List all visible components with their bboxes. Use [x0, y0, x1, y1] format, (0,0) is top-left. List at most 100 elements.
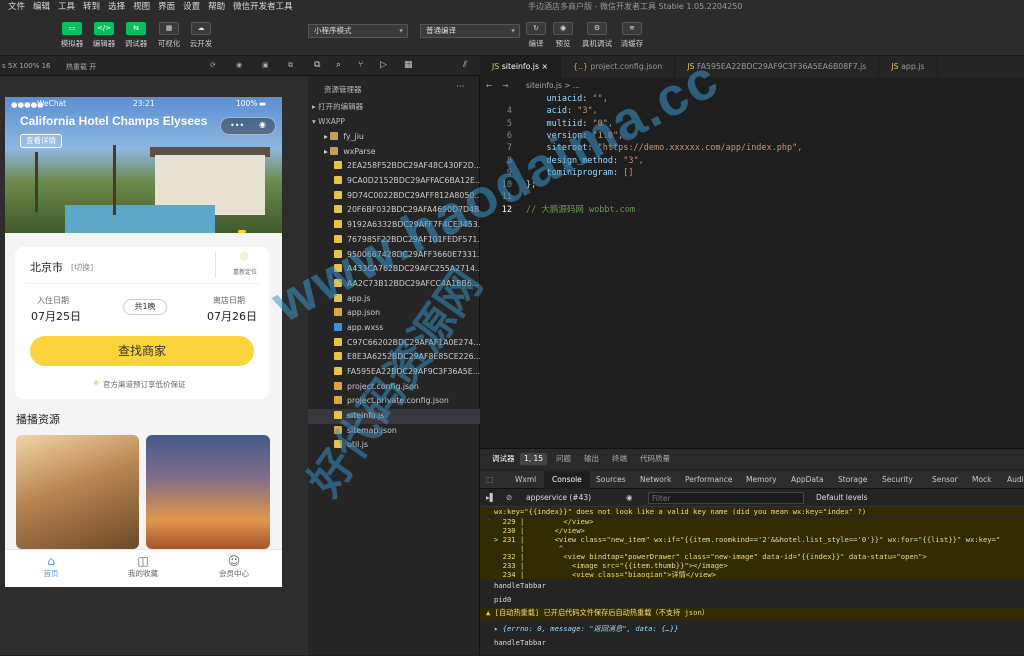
- file-item[interactable]: app.wxss: [308, 321, 480, 336]
- remote-debug-button[interactable]: ⚙ 真机调试: [582, 22, 612, 49]
- tab-wxml[interactable]: Wxml: [515, 471, 536, 489]
- window-icon[interactable]: ⧉: [288, 61, 293, 70]
- tab-project-config[interactable]: {..} project.config.json: [561, 56, 676, 78]
- checkout-date[interactable]: 07月26日: [207, 308, 257, 324]
- tab-sources[interactable]: Sources: [596, 471, 626, 489]
- git-icon[interactable]: ⑂: [358, 60, 363, 70]
- more-icon[interactable]: ···: [456, 82, 465, 92]
- find-merchant-button[interactable]: 查找商家: [30, 336, 254, 366]
- file-item[interactable]: C97C66202BDC29AFAF1A0E274...: [308, 336, 480, 351]
- menu-edit[interactable]: 编辑: [33, 0, 50, 12]
- files-icon[interactable]: ⧉: [314, 60, 320, 70]
- visual-button[interactable]: ▦ 可视化: [154, 22, 184, 49]
- camera-icon[interactable]: ▣: [262, 61, 269, 69]
- cloud-dev-button[interactable]: ☁ 云开发: [186, 22, 216, 49]
- device-select[interactable]: s 5X 100% 16: [2, 62, 51, 70]
- menu-help[interactable]: 帮助: [208, 0, 225, 12]
- breadcrumb-path[interactable]: siteinfo.js > ...: [526, 78, 580, 93]
- tab-memory[interactable]: Memory: [746, 471, 777, 489]
- open-editors-section[interactable]: ▸ 打开的编辑器: [312, 101, 363, 112]
- clear-console-icon[interactable]: ⊘: [506, 489, 512, 507]
- relocate-button[interactable]: 重新定位: [233, 267, 257, 276]
- tab-output[interactable]: 输出: [584, 449, 599, 469]
- project-root[interactable]: ▾ WXAPP: [312, 117, 345, 126]
- city-switch[interactable]: [切换]: [71, 262, 93, 273]
- search-icon[interactable]: ⌕: [336, 60, 341, 70]
- tab-fa595ea2[interactable]: JS FA595EA22BDC29AF9C3F36A5EA6B08F7.js: [675, 56, 880, 78]
- file-item[interactable]: project.config.json: [308, 380, 480, 395]
- inspect-icon[interactable]: ⬚: [486, 471, 493, 489]
- nav-favorites[interactable]: ◫ 我的收藏: [113, 554, 173, 579]
- tab-console[interactable]: Console: [544, 471, 590, 489]
- file-item[interactable]: 20F6BF032BDC29AFA4690D7D4B...: [308, 203, 480, 218]
- back-icon[interactable]: ←: [486, 78, 492, 93]
- debugger-button[interactable]: ⇆ 调试器: [121, 22, 151, 49]
- file-item[interactable]: 767985F22BDC29AF101FEDF571...: [308, 233, 480, 248]
- file-item[interactable]: 9D74C0022BDC29AFF812A8050...: [308, 189, 480, 204]
- file-item[interactable]: AA2C73B12BDC29AFCC4A1BB6...: [308, 277, 480, 292]
- more-icon[interactable]: •••: [230, 121, 244, 130]
- compile-select[interactable]: 普通编译: [420, 24, 520, 38]
- debug-icon[interactable]: ▷: [380, 60, 387, 70]
- preview-button[interactable]: ◉ 预览: [548, 22, 578, 49]
- file-item[interactable]: A433CA762BDC29AFC255A2714...: [308, 262, 480, 277]
- folder-item[interactable]: ▸ wxParse: [308, 145, 480, 160]
- editor-button[interactable]: </> 编辑器: [89, 22, 119, 49]
- nav-home[interactable]: ⌂ 首页: [21, 554, 81, 579]
- tab-performance[interactable]: Performance: [685, 471, 733, 489]
- hotel-image-tower[interactable]: [146, 435, 270, 549]
- file-item[interactable]: 9500667428DC29AFF3660E7331...: [308, 248, 480, 263]
- tab-problems[interactable]: 问题: [556, 449, 571, 469]
- view-details-button[interactable]: 查看详情: [20, 134, 62, 148]
- simulator-button[interactable]: ▭ 模拟器: [57, 22, 87, 49]
- eye-icon[interactable]: ◉: [626, 489, 633, 507]
- console-line[interactable]: ▸ {errno: 0, message: "返回消息", data: {…}}: [480, 624, 1024, 636]
- file-item[interactable]: E8E3A6252BDC29AF8E85CE226...: [308, 350, 480, 365]
- file-item[interactable]: 9192A6332BDC29AFF7F4CE3453...: [308, 218, 480, 233]
- split-icon[interactable]: ⫽: [463, 60, 467, 70]
- clear-cache-button[interactable]: ≋ 清缓存: [617, 22, 647, 49]
- location-icon[interactable]: ◎: [240, 251, 249, 262]
- file-item[interactable]: project.private.config.json: [308, 394, 480, 409]
- tab-audits[interactable]: Audits: [1007, 471, 1024, 489]
- tab-debugger[interactable]: 调试器: [492, 449, 515, 469]
- log-levels-select[interactable]: Default levels: [816, 489, 868, 507]
- tab-terminal[interactable]: 终端: [612, 449, 627, 469]
- checkin-date[interactable]: 07月25日: [31, 308, 81, 324]
- menu-settings[interactable]: 设置: [183, 0, 200, 12]
- tab-siteinfo[interactable]: JS siteinfo.js ×: [480, 56, 562, 78]
- extensions-icon[interactable]: ▦: [404, 60, 413, 70]
- compile-button[interactable]: ↻ 编译: [521, 22, 551, 49]
- record-icon[interactable]: ◉: [236, 61, 242, 69]
- folder-item[interactable]: ▸ fy_jiu: [308, 130, 480, 145]
- file-item[interactable]: siteinfo.js: [308, 409, 480, 424]
- tab-code-quality[interactable]: 代码质量: [640, 449, 670, 469]
- file-item[interactable]: util.js: [308, 438, 480, 453]
- file-item[interactable]: 2EA258F52BDC29AF48C430F2D...: [308, 159, 480, 174]
- console-filter-input[interactable]: [648, 492, 804, 504]
- tab-storage[interactable]: Storage: [838, 471, 867, 489]
- file-item[interactable]: app.json: [308, 306, 480, 321]
- code-area[interactable]: uniacid: "", 4 acid: "3", 5 multiid: "0", 6…: [480, 93, 1024, 253]
- menu-file[interactable]: 文件: [8, 0, 25, 12]
- menu-tools[interactable]: 工具: [58, 0, 75, 12]
- hotreload-toggle[interactable]: 热重载 开: [66, 62, 96, 72]
- tab-mock[interactable]: Mock: [972, 471, 992, 489]
- file-item[interactable]: 9CA0D2152BDC29AFFAC6BA12E...: [308, 174, 480, 189]
- menu-select[interactable]: 选择: [108, 0, 125, 12]
- menu-wechat-devtools[interactable]: 微信开发者工具: [233, 0, 293, 12]
- menu-interface[interactable]: 界面: [158, 0, 175, 12]
- tab-appdata[interactable]: AppData: [791, 471, 824, 489]
- file-item[interactable]: FA595EA22BDC29AF9C3F36A5E...: [308, 365, 480, 380]
- context-select[interactable]: appservice (#43): [526, 489, 591, 507]
- hotel-image-room[interactable]: [16, 435, 139, 549]
- forward-icon[interactable]: →: [502, 78, 508, 93]
- file-item[interactable]: app.js: [308, 292, 480, 307]
- tab-network[interactable]: Network: [640, 471, 671, 489]
- rotate-icon[interactable]: ⟳: [210, 61, 216, 69]
- file-item[interactable]: sitemap.json: [308, 424, 480, 439]
- city-name[interactable]: 北京市: [30, 259, 63, 275]
- menu-view[interactable]: 视图: [133, 0, 150, 12]
- close-mini-program-icon[interactable]: ◉: [259, 120, 266, 129]
- nav-member[interactable]: ☺ 会员中心: [204, 554, 264, 579]
